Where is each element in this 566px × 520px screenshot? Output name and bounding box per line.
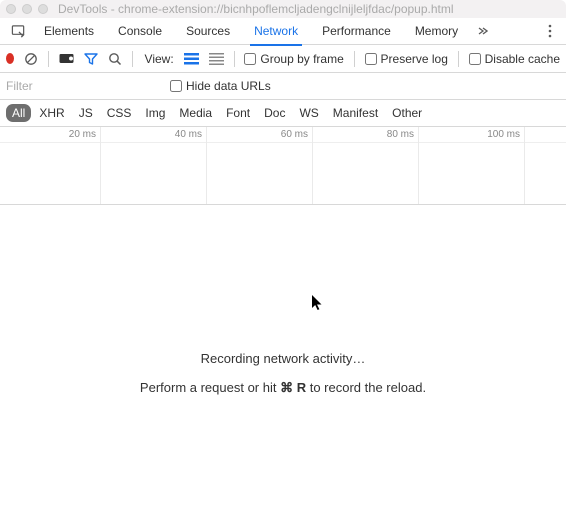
filter-font[interactable]: Font xyxy=(220,104,256,122)
view-large-icon[interactable] xyxy=(184,51,199,67)
filter-img[interactable]: Img xyxy=(139,104,171,122)
hide-data-urls-checkbox[interactable]: Hide data URLs xyxy=(170,79,271,93)
more-tabs-icon[interactable] xyxy=(470,25,494,37)
separator xyxy=(48,51,49,67)
recording-status: Recording network activity… xyxy=(201,351,366,366)
filter-js[interactable]: JS xyxy=(73,104,99,122)
tab-sources[interactable]: Sources xyxy=(174,18,242,45)
tab-memory[interactable]: Memory xyxy=(403,18,470,45)
zoom-window-icon[interactable] xyxy=(38,4,48,14)
separator xyxy=(354,51,355,67)
preserve-log-checkbox[interactable]: Preserve log xyxy=(365,52,448,66)
main-toolbar: Elements Console Sources Network Perform… xyxy=(0,18,566,45)
filter-doc[interactable]: Doc xyxy=(258,104,291,122)
separator xyxy=(132,51,133,67)
tab-elements[interactable]: Elements xyxy=(32,18,106,45)
filter-ws[interactable]: WS xyxy=(293,104,324,122)
view-small-icon[interactable] xyxy=(209,51,224,67)
network-controls: View: Group by frame Preserve log Disabl… xyxy=(0,45,566,73)
filter-bar: Hide data URLs xyxy=(0,73,566,100)
screenshot-icon[interactable] xyxy=(59,51,74,67)
type-filter-bar: All XHR JS CSS Img Media Font Doc WS Man… xyxy=(0,100,566,127)
network-log: Recording network activity… Perform a re… xyxy=(0,205,566,520)
cursor-icon xyxy=(312,295,324,311)
timeline-overview[interactable]: 20 ms 40 ms 60 ms 80 ms 100 ms xyxy=(0,127,566,205)
recording-hint: Perform a request or hit ⌘ R to record t… xyxy=(140,380,426,396)
filter-media[interactable]: Media xyxy=(173,104,218,122)
minimize-window-icon[interactable] xyxy=(22,4,32,14)
filter-xhr[interactable]: XHR xyxy=(33,104,70,122)
search-icon[interactable] xyxy=(108,51,122,67)
filter-css[interactable]: CSS xyxy=(101,104,138,122)
window-title: DevTools - chrome-extension://bicnhpofle… xyxy=(58,2,454,16)
panel-tabs: Elements Console Sources Network Perform… xyxy=(32,18,470,45)
tab-console[interactable]: Console xyxy=(106,18,174,45)
separator xyxy=(234,51,235,67)
devtools-menu-icon[interactable] xyxy=(538,24,562,38)
filter-all[interactable]: All xyxy=(6,104,31,122)
inspect-icon[interactable] xyxy=(4,19,32,43)
disable-cache-checkbox[interactable]: Disable cache xyxy=(469,52,560,66)
clear-icon[interactable] xyxy=(24,51,38,67)
filter-input[interactable] xyxy=(6,79,156,93)
record-button[interactable] xyxy=(6,53,14,64)
tab-network[interactable]: Network xyxy=(242,18,310,45)
shortcut-kbd: ⌘ R xyxy=(280,380,306,395)
traffic-lights xyxy=(6,4,48,14)
filter-other[interactable]: Other xyxy=(386,104,428,122)
tab-performance[interactable]: Performance xyxy=(310,18,403,45)
separator xyxy=(458,51,459,67)
filter-manifest[interactable]: Manifest xyxy=(327,104,384,122)
close-window-icon[interactable] xyxy=(6,4,16,14)
group-by-frame-checkbox[interactable]: Group by frame xyxy=(244,52,343,66)
filter-icon[interactable] xyxy=(84,51,98,67)
window-titlebar: DevTools - chrome-extension://bicnhpofle… xyxy=(0,0,566,18)
view-label: View: xyxy=(145,52,174,66)
